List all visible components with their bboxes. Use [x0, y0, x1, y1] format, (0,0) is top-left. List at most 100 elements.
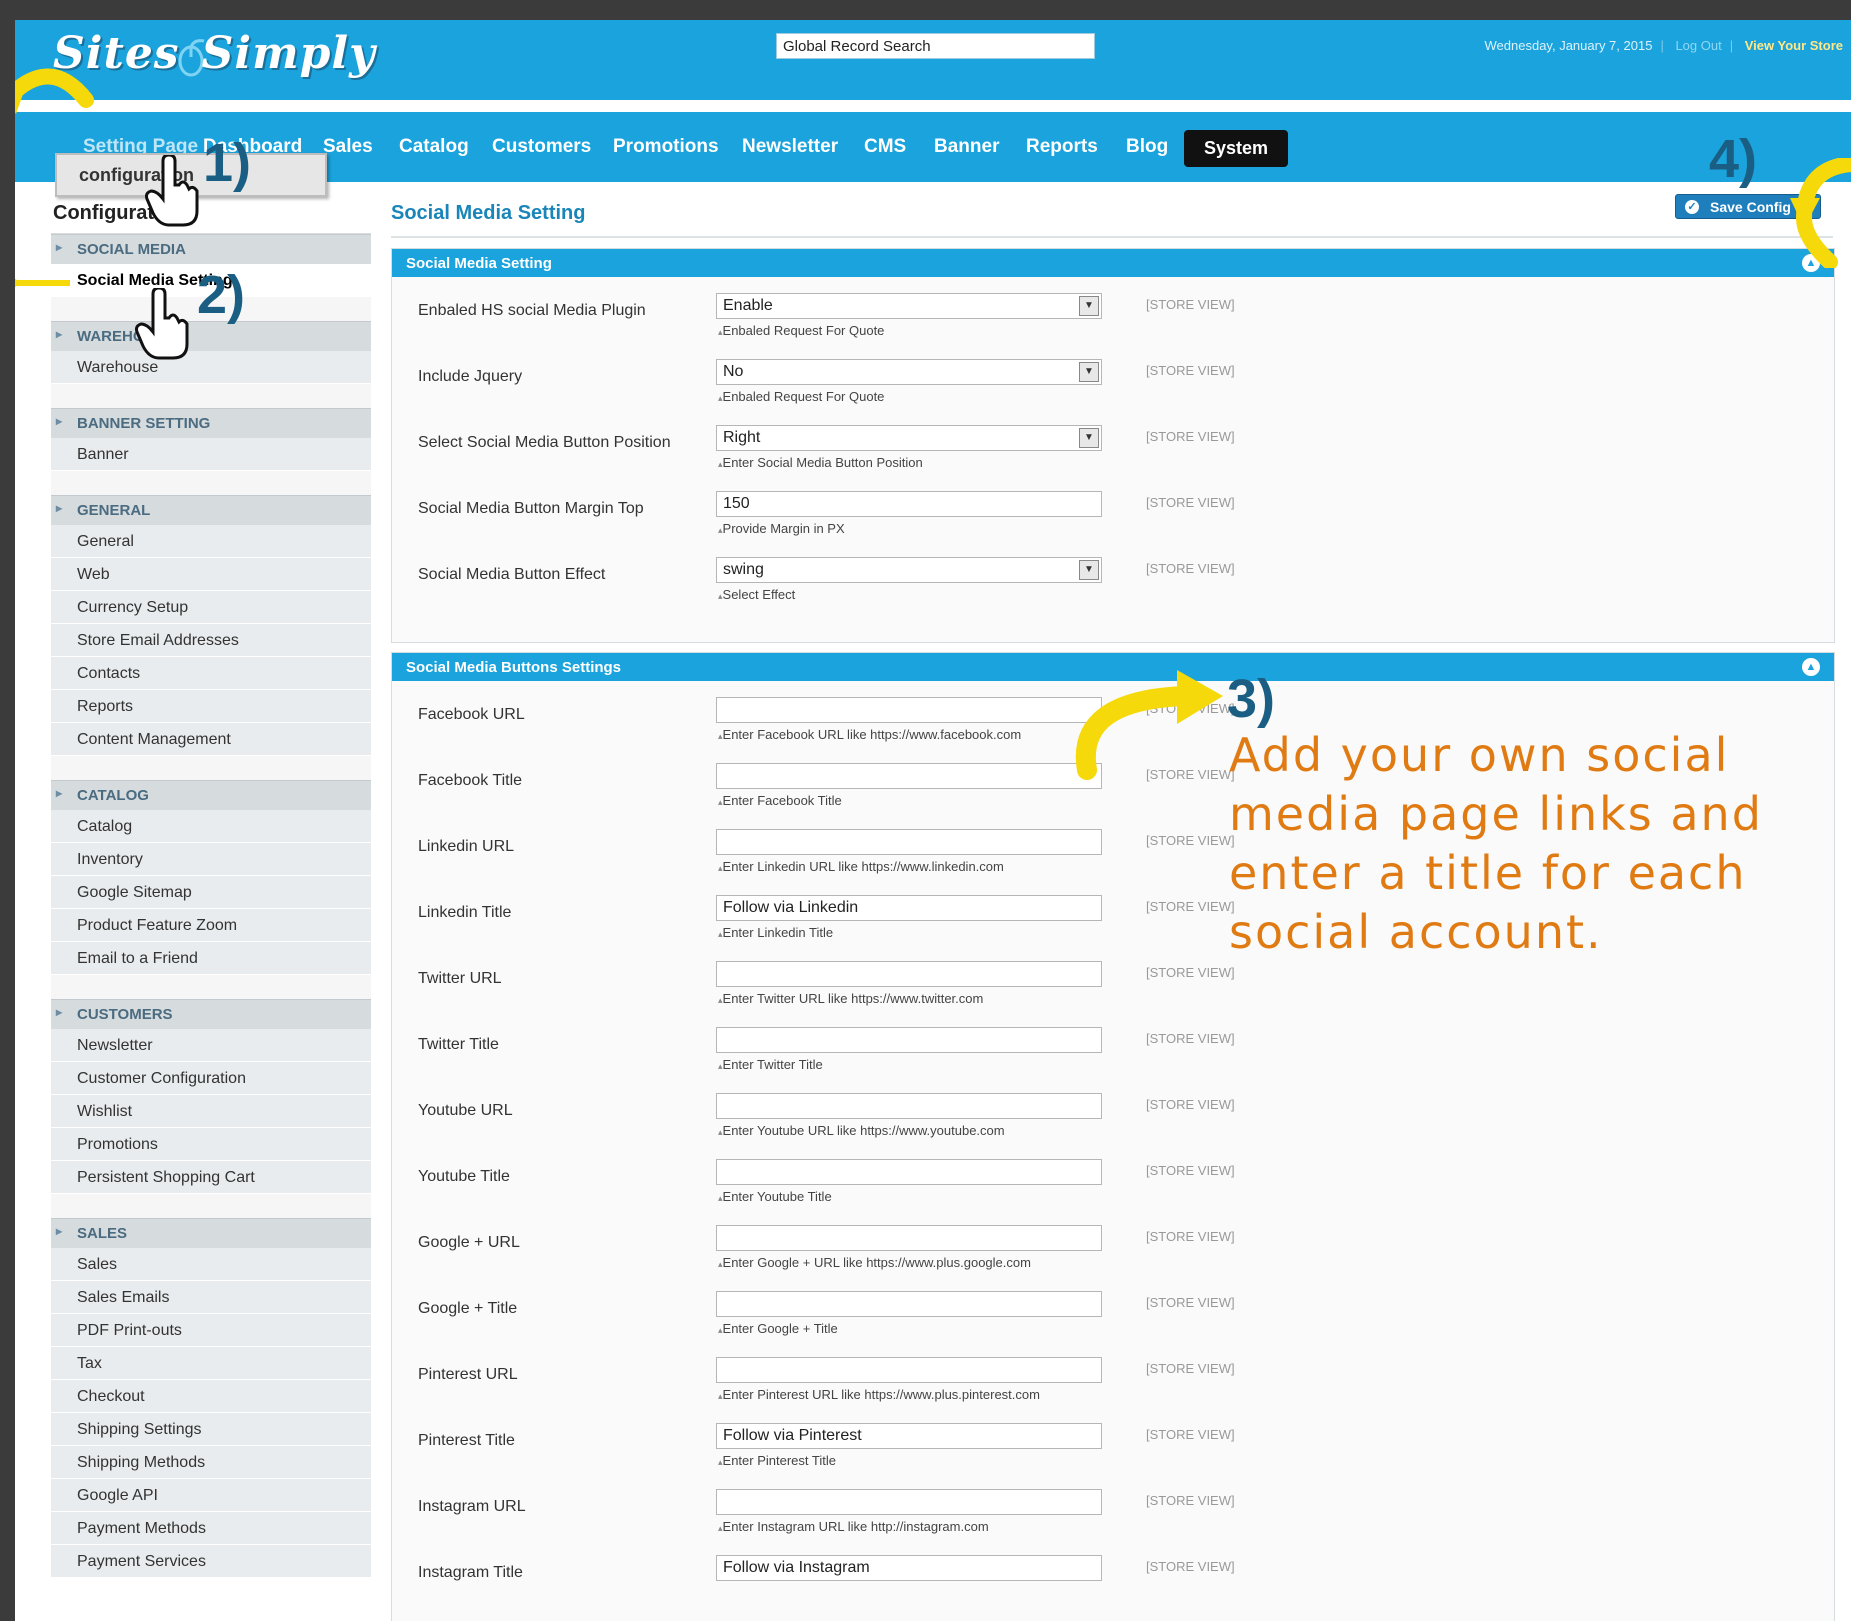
sidebar-group-header[interactable]: Sales — [51, 1218, 371, 1248]
sidebar-item[interactable]: Email to a Friend — [51, 942, 371, 975]
form-row: Youtube URL Enter Youtube URL like https:… — [392, 1083, 1834, 1149]
sidebar-item[interactable]: Content Management — [51, 723, 371, 756]
nav-catalog[interactable]: Catalog — [399, 136, 469, 158]
sidebar-item[interactable]: Google Sitemap — [51, 876, 371, 909]
text-field[interactable]: Follow via Instagram — [716, 1555, 1102, 1581]
view-store-link[interactable]: View Your Store — [1745, 38, 1843, 53]
nav-blog[interactable]: Blog — [1126, 136, 1168, 158]
sidebar-item[interactable]: Reports — [51, 690, 371, 723]
field-note: Enter Facebook URL like https://www.face… — [718, 727, 1022, 742]
form-row: Select Social Media Button Position Right… — [392, 415, 1834, 481]
chevron-down-icon[interactable]: ▼ — [1079, 362, 1099, 382]
store-view-scope: [STORE VIEW] — [1146, 1361, 1235, 1376]
sidebar-group: WarehouseWarehouse — [51, 321, 371, 408]
form-row: Pinterest URL Enter Pinterest URL like ht… — [392, 1347, 1834, 1413]
text-field[interactable] — [716, 697, 1102, 723]
sidebar-item[interactable]: Checkout — [51, 1380, 371, 1413]
select-field[interactable]: Right ▼ — [716, 425, 1102, 451]
sidebar-item[interactable]: PDF Print-outs — [51, 1314, 371, 1347]
sidebar-item[interactable]: Newsletter — [51, 1029, 371, 1062]
store-view-scope: [STORE VIEW] — [1146, 495, 1235, 510]
title-divider — [391, 236, 1833, 238]
nav-promotions[interactable]: Promotions — [613, 136, 719, 158]
text-field[interactable] — [716, 1027, 1102, 1053]
section-social-media-setting: Social Media Setting ▲ Enbaled HS social … — [391, 248, 1835, 643]
sidebar-item[interactable]: General — [51, 525, 371, 558]
sidebar-item[interactable]: Tax — [51, 1347, 371, 1380]
sidebar-item[interactable]: Contacts — [51, 657, 371, 690]
sidebar-item[interactable]: Catalog — [51, 810, 371, 843]
store-view-scope: [STORE VIEW] — [1146, 1031, 1235, 1046]
sidebar-item[interactable]: Sales Emails — [51, 1281, 371, 1314]
store-view-scope: [STORE VIEW] — [1146, 1295, 1235, 1310]
sidebar-group: CustomersNewsletterCustomer Configuratio… — [51, 999, 371, 1218]
nav-cms[interactable]: CMS — [864, 136, 906, 158]
nav-newsletter[interactable]: Newsletter — [742, 136, 838, 158]
sidebar-item[interactable]: Payment Services — [51, 1545, 371, 1578]
save-config-label: Save Config — [1710, 199, 1791, 215]
text-field[interactable] — [716, 1357, 1102, 1383]
text-field[interactable]: 150 — [716, 491, 1102, 517]
select-field[interactable]: Enable ▼ — [716, 293, 1102, 319]
text-field[interactable] — [716, 1489, 1102, 1515]
sidebar-item[interactable]: Currency Setup — [51, 591, 371, 624]
field-note: Enter Linkedin URL like https://www.link… — [718, 859, 1004, 874]
select-field[interactable]: No ▼ — [716, 359, 1102, 385]
field-label: Google + Title — [418, 1300, 518, 1317]
sidebar-group-header[interactable]: Social Media — [51, 234, 371, 264]
sidebar-item[interactable]: Sales — [51, 1248, 371, 1281]
text-field[interactable] — [716, 829, 1102, 855]
logout-link[interactable]: Log Out — [1675, 38, 1721, 53]
field-note: Enbaled Request For Quote — [718, 323, 885, 338]
chevron-down-icon[interactable]: ▼ — [1079, 560, 1099, 580]
sidebar-item[interactable]: Store Email Addresses — [51, 624, 371, 657]
global-search-input[interactable]: Global Record Search — [776, 33, 1095, 59]
form-row: Twitter Title Enter Twitter Title [STORE V… — [392, 1017, 1834, 1083]
sidebar-item[interactable]: Google API — [51, 1479, 371, 1512]
text-field[interactable]: Follow via Linkedin — [716, 895, 1102, 921]
sidebar-item[interactable]: Product Feature Zoom — [51, 909, 371, 942]
sidebar-item[interactable]: Shipping Methods — [51, 1446, 371, 1479]
text-field[interactable]: Follow via Pinterest — [716, 1423, 1102, 1449]
form-row: Pinterest Title Follow via Pinterest Enter… — [392, 1413, 1834, 1479]
sidebar-item[interactable]: Web — [51, 558, 371, 591]
sidebar-item[interactable]: Customer Configuration — [51, 1062, 371, 1095]
nav-banner[interactable]: Banner — [934, 136, 999, 158]
sidebar-group-header[interactable]: Customers — [51, 999, 371, 1029]
chevron-down-icon[interactable]: ▼ — [1079, 296, 1099, 316]
sidebar-item[interactable]: Persistent Shopping Cart — [51, 1161, 371, 1194]
select-field[interactable]: swing ▼ — [716, 557, 1102, 583]
section-header[interactable]: Social Media Setting ▲ — [392, 249, 1834, 277]
store-view-scope: [STORE VIEW] — [1146, 1427, 1235, 1442]
sidebar-group-header[interactable]: Catalog — [51, 780, 371, 810]
text-field[interactable] — [716, 763, 1102, 789]
field-label: Instagram Title — [418, 1564, 523, 1581]
store-view-scope: [STORE VIEW] — [1146, 1097, 1235, 1112]
store-view-scope: [STORE VIEW] — [1146, 1493, 1235, 1508]
sidebar-item[interactable]: Inventory — [51, 843, 371, 876]
text-field[interactable] — [716, 1291, 1102, 1317]
text-field[interactable] — [716, 1225, 1102, 1251]
text-field[interactable] — [716, 1159, 1102, 1185]
sidebar-item[interactable]: Shipping Settings — [51, 1413, 371, 1446]
field-note: Enter Social Media Button Position — [718, 455, 923, 470]
collapse-icon[interactable]: ▲ — [1802, 658, 1820, 676]
sidebar-group-header[interactable]: General — [51, 495, 371, 525]
sidebar-title: Configuration — [51, 192, 371, 234]
sidebar-spacer — [51, 975, 371, 999]
sidebar-item[interactable]: Warehouse — [51, 351, 371, 384]
nav-sales[interactable]: Sales — [323, 136, 373, 158]
sidebar-item[interactable]: Promotions — [51, 1128, 371, 1161]
nav-system[interactable]: System — [1184, 130, 1289, 167]
sidebar-item[interactable]: Banner — [51, 438, 371, 471]
text-field[interactable] — [716, 961, 1102, 987]
sidebar-item[interactable]: Payment Methods — [51, 1512, 371, 1545]
chevron-down-icon[interactable]: ▼ — [1079, 428, 1099, 448]
text-field[interactable] — [716, 1093, 1102, 1119]
field-note: Enbaled Request For Quote — [718, 389, 885, 404]
nav-customers[interactable]: Customers — [492, 136, 591, 158]
field-value: Right — [723, 429, 761, 446]
sidebar-item[interactable]: Wishlist — [51, 1095, 371, 1128]
sidebar-group-header[interactable]: Banner Setting — [51, 408, 371, 438]
nav-reports[interactable]: Reports — [1026, 136, 1098, 158]
